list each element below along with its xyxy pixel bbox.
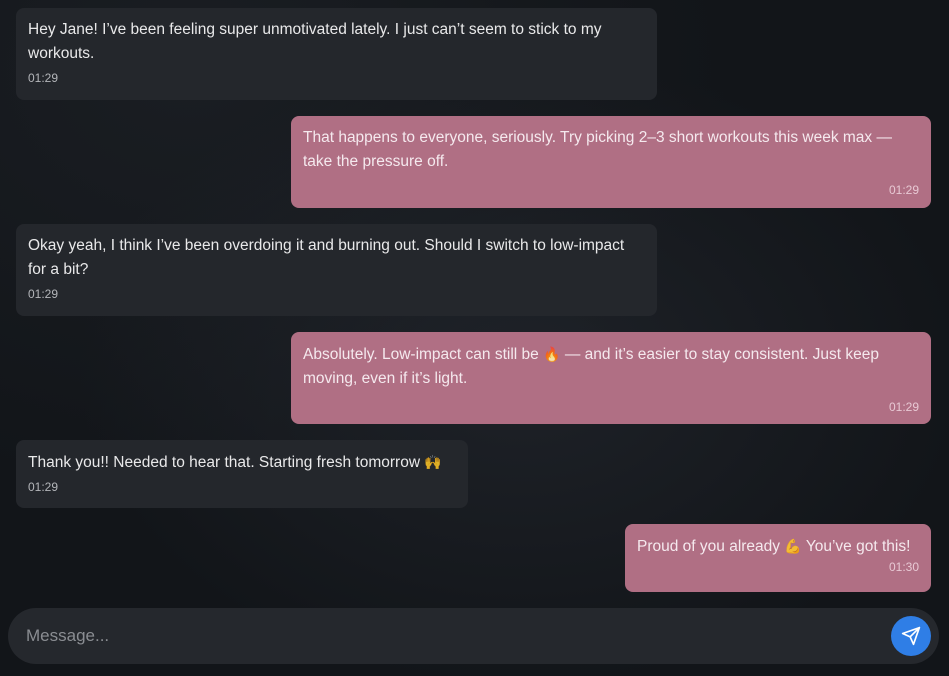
message-input[interactable]: [24, 625, 891, 647]
message-text: Hey Jane! I’ve been feeling super unmoti…: [28, 21, 602, 62]
message-text: Thank you!! Needed to hear that. Startin…: [28, 450, 456, 475]
incoming-message: Thank you!! Needed to hear that. Startin…: [16, 440, 468, 508]
incoming-message: Hey Jane! I’ve been feeling super unmoti…: [16, 8, 657, 100]
message-row: Thank you!! Needed to hear that. Startin…: [16, 440, 931, 508]
message-text-part: You’ve got this!: [805, 538, 911, 555]
message-row: Absolutely. Low-impact can still be 🔥 — …: [16, 332, 931, 424]
message-row: That happens to everyone, seriously. Try…: [16, 116, 931, 208]
message-row: Hey Jane! I’ve been feeling super unmoti…: [16, 8, 931, 100]
raised-hands-emoji-icon: 🙌: [424, 454, 442, 470]
message-row: Proud of you already 💪 You’ve got this! …: [16, 524, 931, 592]
message-time: 01:30: [888, 560, 919, 574]
fire-emoji-icon: 🔥: [543, 346, 561, 362]
message-time: 01:29: [888, 400, 919, 414]
message-time: 01:29: [28, 480, 59, 494]
outgoing-message: Proud of you already 💪 You’ve got this! …: [625, 524, 931, 592]
message-time: 01:29: [888, 183, 919, 197]
message-time: 01:29: [28, 287, 59, 301]
message-text: Okay yeah, I think I’ve been overdoing i…: [28, 237, 625, 278]
message-row: Okay yeah, I think I’ve been overdoing i…: [16, 224, 931, 316]
outgoing-message: Absolutely. Low-impact can still be 🔥 — …: [291, 332, 931, 424]
message-text-part: Absolutely. Low-impact can still be: [303, 346, 539, 363]
outgoing-message: That happens to everyone, seriously. Try…: [291, 116, 931, 208]
message-text-part: Thank you!! Needed to hear that. Startin…: [28, 454, 421, 471]
message-list: Hey Jane! I’ve been feeling super unmoti…: [0, 0, 949, 600]
message-time: 01:29: [28, 71, 59, 85]
message-text: Proud of you already 💪 You’ve got this!: [637, 534, 919, 559]
flexed-biceps-emoji-icon: 💪: [784, 538, 802, 554]
message-text-part: Proud of you already: [637, 538, 781, 555]
message-text: Absolutely. Low-impact can still be 🔥 — …: [303, 342, 919, 391]
message-composer: [8, 608, 939, 664]
message-text: That happens to everyone, seriously. Try…: [303, 129, 892, 170]
send-icon: [901, 626, 921, 646]
incoming-message: Okay yeah, I think I’ve been overdoing i…: [16, 224, 657, 316]
send-button[interactable]: [891, 616, 931, 656]
